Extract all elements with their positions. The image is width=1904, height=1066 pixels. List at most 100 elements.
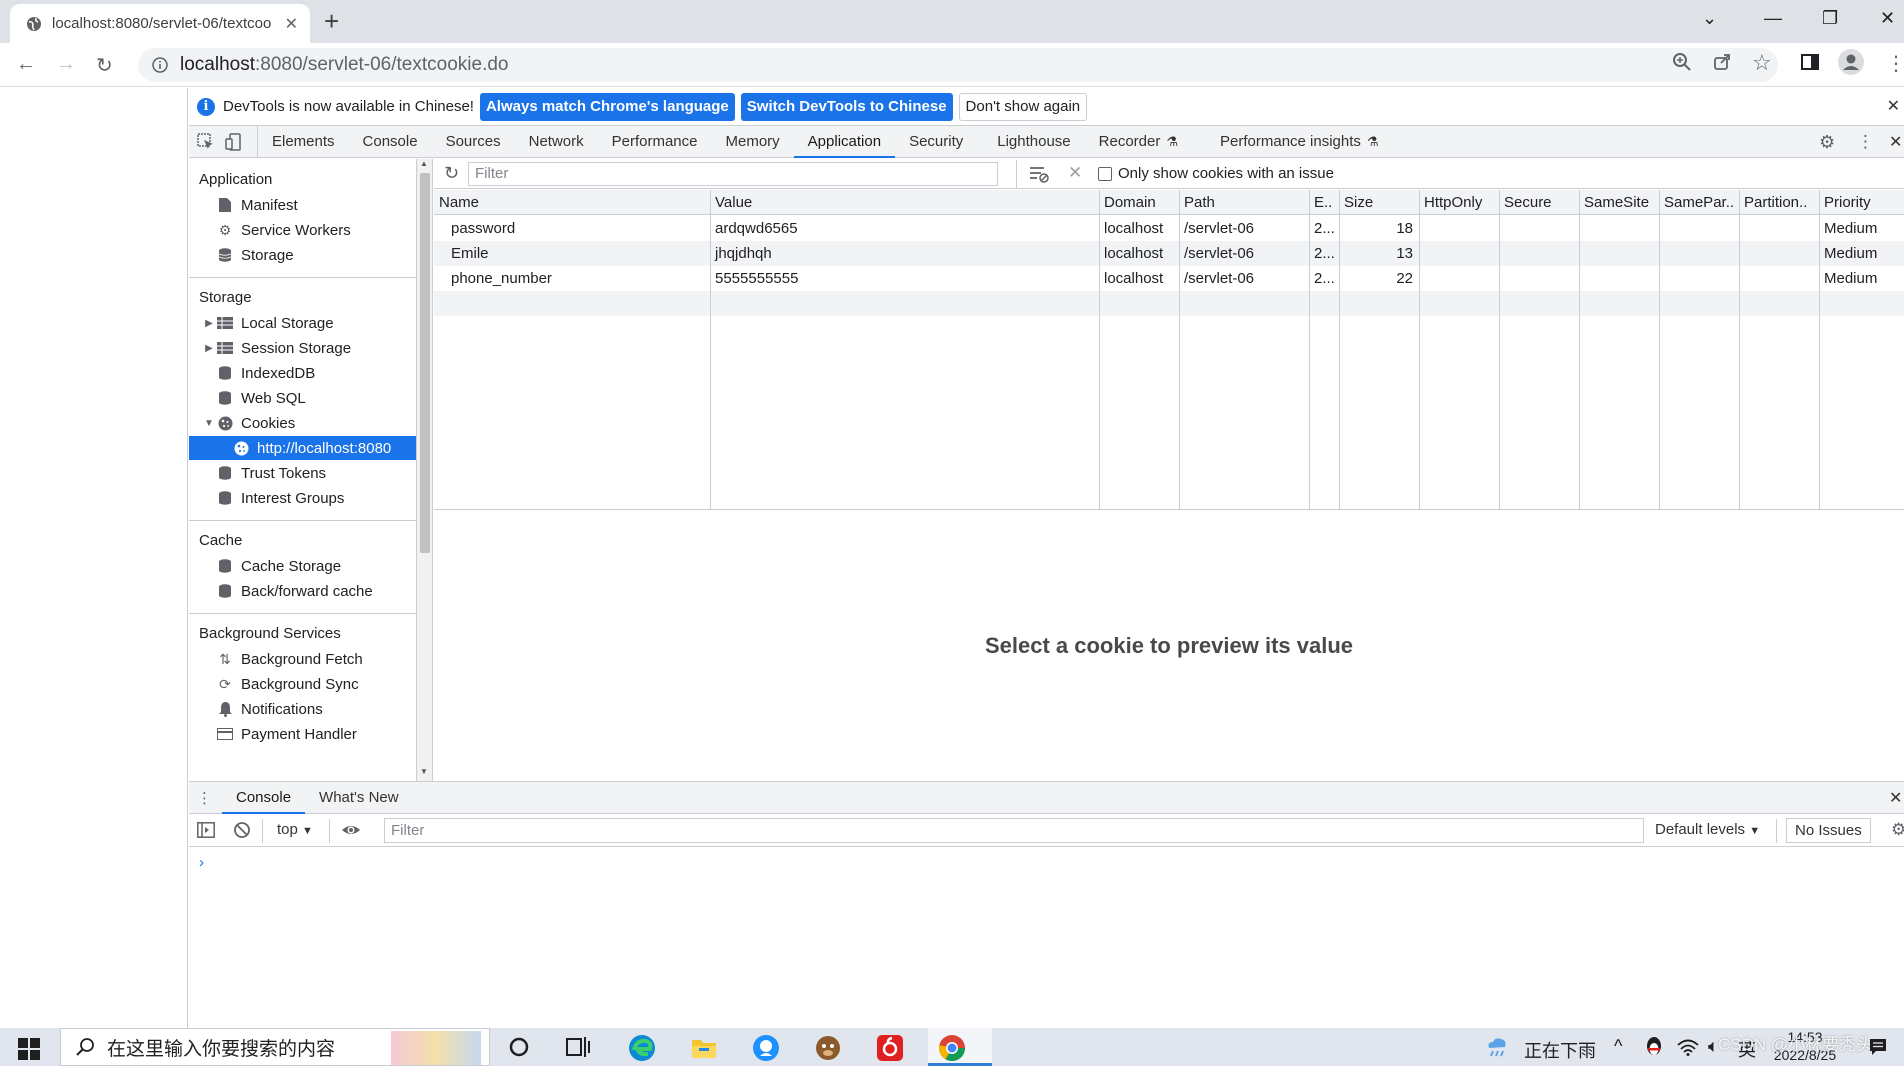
expand-triangle-icon[interactable]: ▶ (203, 343, 215, 354)
sidebar-scrollbar[interactable]: ▲ ▼ (417, 159, 433, 781)
window-close-button[interactable]: ✕ (1880, 8, 1895, 29)
task-view-icon[interactable] (566, 1036, 590, 1058)
cell-name[interactable]: phone_number (446, 266, 706, 291)
tab-lighthouse[interactable]: Lighthouse (977, 126, 1084, 157)
cell-value[interactable]: ardqwd6565 (710, 216, 1099, 241)
app-monkey-icon[interactable] (814, 1034, 842, 1062)
qq-penguin-icon[interactable] (1645, 1036, 1663, 1058)
restore-button[interactable]: ❐ (1822, 8, 1838, 29)
cookie-filter-input[interactable]: Filter (468, 161, 998, 186)
sidebar-item-cookie-origin[interactable]: http://localhost:8080 (189, 436, 416, 460)
notification-center-icon[interactable] (1868, 1037, 1888, 1057)
cell-priority[interactable]: Medium (1819, 216, 1904, 241)
cell-value[interactable]: jhqjdhqh (710, 241, 1099, 266)
tab-sources[interactable]: Sources (432, 126, 515, 157)
cell-name[interactable]: password (446, 216, 706, 241)
inspect-element-icon[interactable] (189, 126, 221, 157)
column-header-httponly[interactable]: HttpOnly (1419, 190, 1499, 215)
cell-domain[interactable]: localhost (1099, 266, 1179, 291)
always-match-language-button[interactable]: Always match Chrome's language (479, 92, 735, 121)
sidebar-item-cache-storage[interactable]: Cache Storage (189, 554, 416, 578)
sidebar-item-service-workers[interactable]: ⚙ Service Workers (189, 218, 416, 242)
forward-arrow-icon[interactable]: → (56, 53, 76, 76)
tab-search-icon[interactable]: ⌄ (1702, 8, 1717, 29)
dont-show-again-button[interactable]: Don't show again (958, 92, 1088, 121)
column-header-samesite[interactable]: SameSite (1579, 190, 1659, 215)
scrollbar-thumb[interactable] (420, 173, 430, 553)
tab-recorder[interactable]: Recorder ⚗ (1085, 126, 1192, 157)
back-arrow-icon[interactable]: ← (16, 53, 36, 76)
cell-priority[interactable]: Medium (1819, 241, 1904, 266)
sidebar-item-payment-handler[interactable]: Payment Handler (189, 722, 416, 746)
sidebar-item-manifest[interactable]: Manifest (189, 193, 416, 217)
cell-size[interactable]: 13 (1339, 241, 1413, 266)
cell-expires[interactable]: 2... (1309, 241, 1339, 266)
cell-value[interactable]: 5555555555 (710, 266, 1099, 291)
site-info-icon[interactable] (152, 57, 168, 73)
column-header-size[interactable]: Size (1339, 190, 1419, 215)
cell-size[interactable]: 22 (1339, 266, 1413, 291)
cortana-circle-icon[interactable] (508, 1036, 530, 1058)
netease-music-icon[interactable] (876, 1034, 904, 1062)
edge-browser-icon[interactable] (628, 1034, 656, 1062)
sidebar-item-notifications[interactable]: Notifications (189, 697, 416, 721)
tab-application[interactable]: Application (793, 126, 896, 158)
console-sidebar-toggle-icon[interactable] (197, 822, 215, 838)
taskbar-search-box[interactable]: 在这里输入你要搜索的内容 (60, 1028, 490, 1066)
sidebar-item-background-sync[interactable]: ⟳ Background Sync (189, 672, 416, 696)
column-header-domain[interactable]: Domain (1099, 190, 1179, 215)
tab-network[interactable]: Network (515, 126, 598, 157)
profile-avatar-icon[interactable] (1838, 49, 1864, 75)
drawer-tab-console[interactable]: Console (222, 782, 306, 814)
device-toolbar-icon[interactable] (221, 126, 258, 157)
sidebar-item-background-fetch[interactable]: ⇅ Background Fetch (189, 647, 416, 671)
tab-security[interactable]: Security (895, 126, 977, 157)
sidebar-item-indexeddb[interactable]: IndexedDB (189, 361, 416, 385)
column-header-priority[interactable]: Priority (1819, 190, 1904, 215)
share-icon[interactable] (1712, 52, 1732, 72)
tab-memory[interactable]: Memory (712, 126, 794, 157)
tab-close-icon[interactable]: ✕ (285, 14, 298, 34)
wifi-icon[interactable] (1677, 1038, 1699, 1056)
log-levels-dropdown[interactable]: Default levels ▼ (1655, 821, 1760, 838)
console-prompt-chevron-icon[interactable]: › (199, 854, 204, 871)
reload-icon[interactable]: ↻ (96, 53, 113, 78)
minimize-button[interactable]: — (1764, 8, 1782, 29)
sidebar-item-session-storage[interactable]: ▶ Session Storage (189, 336, 416, 360)
console-filter-input[interactable]: Filter (384, 818, 1644, 843)
collapse-triangle-icon[interactable]: ▼ (203, 418, 215, 429)
tab-performance[interactable]: Performance (598, 126, 712, 157)
drawer-tab-whats-new[interactable]: What's New (305, 782, 413, 813)
column-header-name[interactable]: Name (434, 190, 710, 215)
browser-tab[interactable]: localhost:8080/servlet-06/textcookie.do … (10, 4, 310, 43)
weather-text[interactable]: 正在下雨 (1524, 1037, 1596, 1063)
cell-path[interactable]: /servlet-06 (1179, 241, 1309, 266)
cell-size[interactable]: 18 (1339, 216, 1413, 241)
browser-menu-icon[interactable]: ⋮ (1886, 51, 1904, 76)
column-header-sameparty[interactable]: SamePar.. (1659, 190, 1739, 215)
column-header-value[interactable]: Value (710, 190, 1099, 215)
devtools-close-icon[interactable]: ✕ (1889, 132, 1902, 152)
bookmark-star-icon[interactable]: ☆ (1752, 50, 1772, 76)
address-bar[interactable]: localhost:8080/servlet-06/textcookie.do (138, 48, 1778, 82)
sidebar-item-interest-groups[interactable]: Interest Groups (189, 486, 416, 510)
drawer-close-icon[interactable]: ✕ (1889, 788, 1902, 808)
new-tab-button[interactable]: + (324, 6, 339, 37)
drawer-menu-icon[interactable]: ⋮ (189, 782, 222, 813)
tab-performance-insights[interactable]: Performance insights ⚗ (1192, 126, 1393, 157)
cell-name[interactable]: Emile (446, 241, 706, 266)
console-settings-gear-icon[interactable]: ⚙ (1891, 820, 1904, 840)
column-header-secure[interactable]: Secure (1499, 190, 1579, 215)
sidebar-item-local-storage[interactable]: ▶ Local Storage (189, 311, 416, 335)
file-explorer-icon[interactable] (690, 1034, 718, 1062)
column-header-partition-key[interactable]: Partition.. (1739, 190, 1819, 215)
column-header-path[interactable]: Path (1179, 190, 1309, 215)
switch-to-chinese-button[interactable]: Switch DevTools to Chinese (740, 92, 953, 121)
tab-elements[interactable]: Elements (258, 126, 349, 157)
expand-triangle-icon[interactable]: ▶ (203, 318, 215, 329)
devtools-menu-icon[interactable]: ⋮ (1857, 132, 1874, 152)
tab-console[interactable]: Console (349, 126, 432, 157)
side-panel-icon[interactable] (1800, 52, 1820, 72)
refresh-icon[interactable]: ↻ (444, 163, 459, 184)
app-blue-icon[interactable] (752, 1034, 780, 1062)
